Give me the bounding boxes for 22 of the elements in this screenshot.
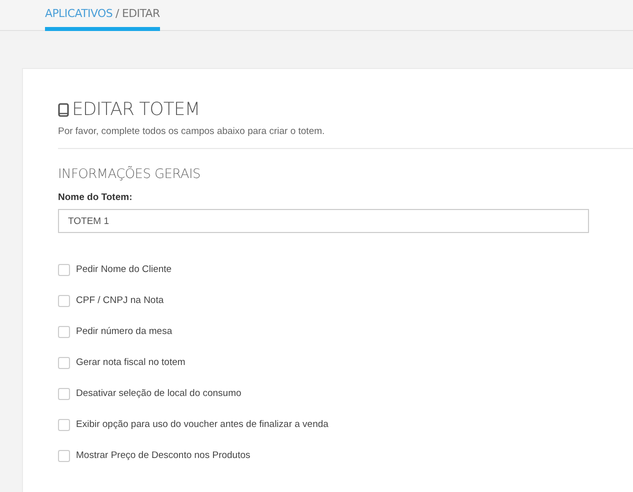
breadcrumb-separator: / bbox=[116, 7, 119, 20]
input-field[interactable]: TOTEM 1 bbox=[58, 209, 589, 233]
checkbox-label: Desativar seleção de local do consumo bbox=[76, 388, 242, 399]
page-title: EDITAR TOTEM bbox=[72, 99, 200, 120]
tablet-icon bbox=[58, 102, 69, 116]
checkbox-label: Gerar nota fiscal no totem bbox=[76, 357, 186, 368]
checkbox-label: Pedir número da mesa bbox=[76, 326, 172, 337]
checkbox[interactable] bbox=[58, 326, 70, 338]
page-subtitle: Por favor, complete todos os campos abaixo para criar o totem. bbox=[58, 126, 326, 137]
breadcrumb-current: EDITAR bbox=[122, 7, 160, 20]
checkbox[interactable] bbox=[58, 388, 70, 400]
checkbox[interactable] bbox=[58, 356, 70, 368]
section-heading: INFORMAÇÕES GERAIS bbox=[58, 167, 202, 182]
checkbox-label: Exibir opção para uso do voucher antes de finalizar a venda bbox=[76, 419, 328, 430]
checkbox[interactable] bbox=[58, 264, 70, 276]
checkbox-label: CPF / CNPJ na Nota bbox=[76, 295, 164, 306]
field-label: Nome do Totem: bbox=[58, 192, 134, 203]
checkbox[interactable] bbox=[58, 418, 70, 430]
checkbox-label: Mostrar Preço de Desconto nos Produtos bbox=[76, 450, 250, 461]
checkbox[interactable] bbox=[58, 450, 70, 462]
checkbox-label: Pedir Nome do Cliente bbox=[76, 264, 172, 275]
checkbox[interactable] bbox=[58, 294, 70, 306]
